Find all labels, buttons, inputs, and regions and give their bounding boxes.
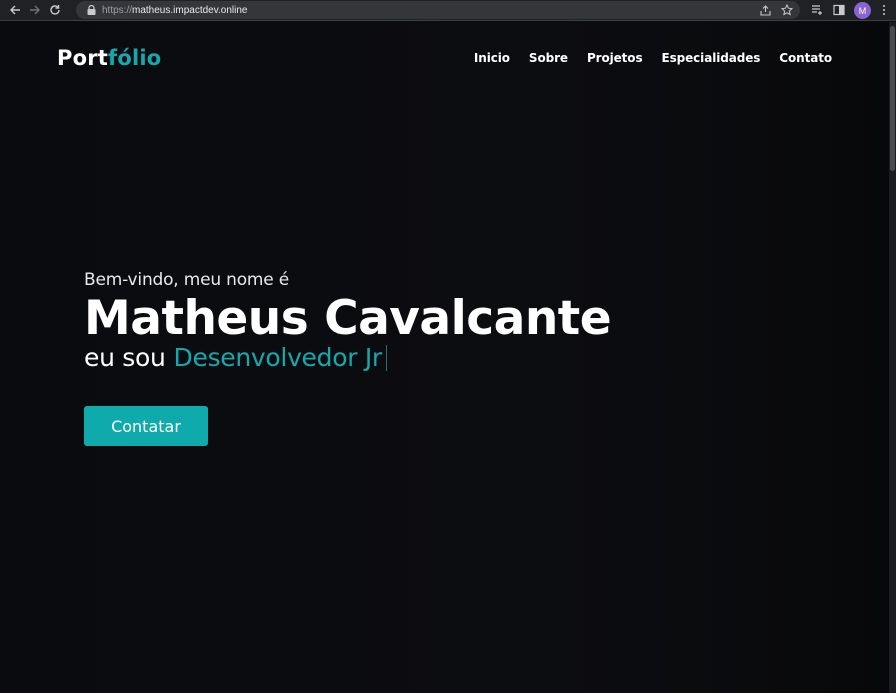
url-host: matheus.impactdev.online [132,4,248,16]
main-nav: Inicio Sobre Projetos Especialidades Con… [474,51,832,65]
hero-role-prefix: eu sou [84,343,166,372]
hero-section: Bem-vindo, meu nome é Matheus Cavalcante… [84,270,612,372]
back-icon[interactable] [5,0,25,20]
side-panel-icon[interactable] [832,3,846,17]
browser-toolbar: https://matheus.impactdev.online M [0,0,896,21]
scrollbar-thumb[interactable] [890,26,895,171]
share-icon[interactable] [758,3,772,17]
page-scrollbar[interactable] [889,22,896,693]
nav-link-especialidades[interactable]: Especialidades [662,51,761,65]
logo-text-primary: Port [57,46,109,70]
nav-link-projetos[interactable]: Projetos [587,51,643,65]
forward-icon[interactable] [25,0,45,20]
bookmark-star-icon[interactable] [780,3,794,17]
typing-caret [385,344,387,371]
reload-icon[interactable] [45,0,65,20]
hero-role-line: eu sou Desenvolvedor Jr [84,343,611,372]
page-body: Portfólio Inicio Sobre Projetos Especial… [0,22,889,693]
reading-list-icon[interactable] [810,3,824,17]
contact-button[interactable]: Contatar [84,406,208,446]
hero-name: Matheus Cavalcante [84,291,612,346]
nav-link-sobre[interactable]: Sobre [529,51,568,65]
hero-greeting: Bem-vindo, meu nome é [84,270,289,290]
hero-role-typed: Desenvolvedor Jr [173,343,383,372]
nav-link-contato[interactable]: Contato [779,51,832,65]
nav-link-inicio[interactable]: Inicio [474,51,510,65]
profile-avatar[interactable]: M [854,2,871,19]
browser-menu-icon[interactable] [878,3,890,17]
url-scheme: https:// [102,4,133,16]
lock-icon[interactable] [84,3,98,17]
logo-text-accent: fólio [108,46,162,70]
address-bar[interactable]: https://matheus.impactdev.online [76,1,800,19]
site-logo[interactable]: Portfólio [57,46,161,70]
url-text[interactable]: https://matheus.impactdev.online [102,5,247,16]
